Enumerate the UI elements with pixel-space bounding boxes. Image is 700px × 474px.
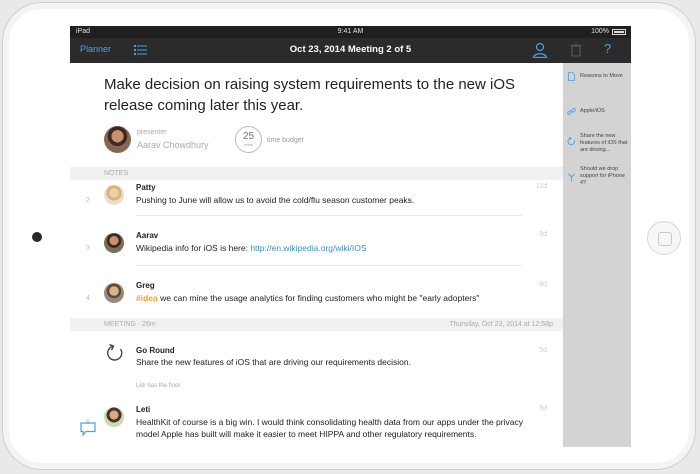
divider xyxy=(136,215,522,216)
sidebar-item-label: Apple/iOS xyxy=(580,108,605,114)
meeting-section-label: MEETING xyxy=(104,321,136,328)
presenter-avatar[interactable] xyxy=(104,126,131,153)
wikipedia-link[interactable]: http://en.wikipedia.org/wiki/IOS xyxy=(250,243,366,253)
meeting-elapsed: · 26m xyxy=(137,321,156,328)
link-icon xyxy=(567,107,576,116)
decision-icon xyxy=(568,173,575,182)
home-button[interactable] xyxy=(647,221,681,255)
note-row[interactable]: 6 Leti HealthKit of course is a big win.… xyxy=(70,403,563,447)
note-text-prefix: Wikipedia info for iOS is here: xyxy=(136,243,251,253)
note-text: HealthKit of course is a big win. I woul… xyxy=(136,417,523,439)
note-number: 3 xyxy=(86,245,90,252)
sidebar-item-share-features[interactable]: Share the new features of iOS that are d… xyxy=(563,133,631,163)
note-author: Leti xyxy=(136,405,151,414)
decision-title: Make decision on raising system requirem… xyxy=(104,76,516,114)
floor-holder: Leti has the floor xyxy=(136,383,181,389)
divider xyxy=(136,265,522,266)
go-round-text: Share the new features of iOS that are d… xyxy=(136,357,411,367)
time-budget-value: 25 xyxy=(242,131,255,142)
note-text-rest: we can mine the usage analytics for find… xyxy=(157,293,480,303)
idea-tag[interactable]: #idea xyxy=(136,293,158,303)
meeting-section-header: MEETING · 26m Thursday, Oct 23, 2014 at … xyxy=(70,318,563,331)
note-age: 8d xyxy=(539,281,547,288)
sidebar-item-label: Should we drop support for iPhone 4? xyxy=(580,166,625,186)
go-round-row[interactable]: Go Round Share the new features of iOS t… xyxy=(70,339,563,397)
screen: iPad 9:41 AM 100% Planner Oct 23, 2014 M… xyxy=(70,26,631,447)
time-budget-unit: mins xyxy=(244,142,253,147)
note-author: Greg xyxy=(136,281,155,290)
agenda-sidebar: Reasons to Move Apple/iOS Share the new … xyxy=(563,63,631,447)
note-row[interactable]: 2 Patty Pushing to June will allow us to… xyxy=(70,181,563,225)
note-number: 4 xyxy=(86,295,90,302)
avatar xyxy=(104,233,124,253)
note-number: 2 xyxy=(86,197,90,204)
note-row[interactable]: 3 Aarav Wikipedia info for iOS is here: … xyxy=(70,229,563,273)
time-budget-label: time budget xyxy=(267,137,304,144)
note-text: #idea we can mine the usage analytics fo… xyxy=(136,292,546,304)
user-icon[interactable] xyxy=(532,42,548,58)
note-text: Wikipedia info for iOS is here: http://e… xyxy=(136,242,546,254)
note-author: Patty xyxy=(136,183,156,192)
chat-icon[interactable] xyxy=(80,422,96,436)
clock: 9:41 AM xyxy=(337,28,364,35)
nav-bar: Planner Oct 23, 2014 Meeting 2 of 5 ? xyxy=(70,38,631,63)
battery-percent: 100% xyxy=(591,28,609,35)
meeting-detail: Make decision on raising system requirem… xyxy=(70,63,563,447)
presenter-label: presenter xyxy=(137,129,167,136)
note-age: 5d xyxy=(539,405,547,412)
note-age: 9d xyxy=(539,231,547,238)
notes-section-label: NOTES xyxy=(104,170,129,177)
refresh-icon xyxy=(567,137,575,146)
note-author: Aarav xyxy=(136,231,159,240)
note-text: Pushing to June will allow us to avoid t… xyxy=(136,195,415,205)
help-icon[interactable]: ? xyxy=(604,41,611,56)
note-row[interactable]: 4 Greg #idea we can mine the usage analy… xyxy=(70,279,563,323)
sidebar-item-label: Reasons to Move xyxy=(580,73,623,79)
status-bar: iPad 9:41 AM 100% xyxy=(70,26,631,38)
presenter-name[interactable]: Aarav Chowdhury xyxy=(137,140,209,150)
avatar xyxy=(104,283,124,303)
avatar xyxy=(104,185,124,205)
sidebar-item-drop-iphone4[interactable]: Should we drop support for iPhone 4? xyxy=(563,166,631,190)
refresh-icon xyxy=(107,343,123,361)
note-age: 11d xyxy=(535,183,547,190)
document-icon xyxy=(568,72,575,81)
trash-icon[interactable] xyxy=(570,43,582,57)
sidebar-item-apple-ios[interactable]: Apple/iOS xyxy=(563,107,631,125)
sidebar-item-label: Share the new features of iOS that are d… xyxy=(580,133,628,153)
camera xyxy=(32,232,42,242)
meeting-date: Thursday, Oct 23, 2014 at 12:58p xyxy=(449,321,553,328)
go-round-age: 5d xyxy=(539,347,547,354)
time-budget-circle[interactable]: 25 mins xyxy=(235,126,262,153)
sidebar-item-reasons[interactable]: Reasons to Move xyxy=(563,72,631,90)
notes-section-header: NOTES xyxy=(70,167,563,180)
battery-icon xyxy=(612,29,626,35)
avatar xyxy=(104,407,124,427)
go-round-title: Go Round xyxy=(136,346,175,355)
